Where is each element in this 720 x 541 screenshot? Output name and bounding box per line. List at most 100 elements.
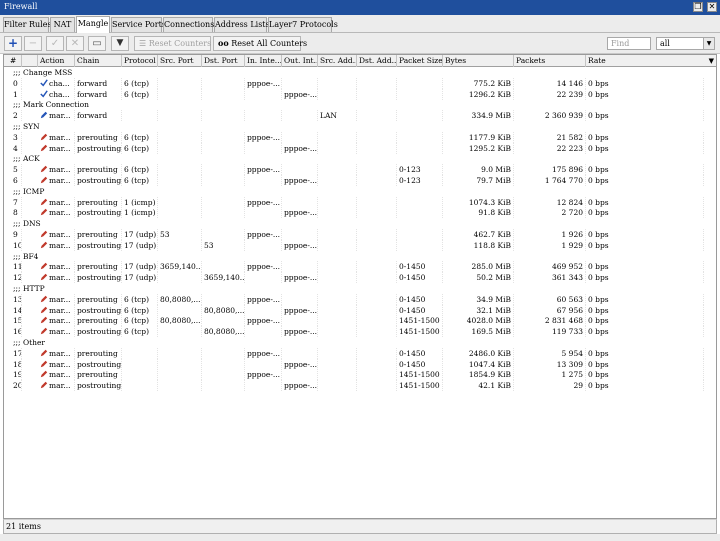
table-row[interactable]: 11 mar... prerouting 17 (udp) 3659,140... ppp…	[4, 261, 716, 273]
col-header-dst-address[interactable]: Dst. Add...	[357, 55, 397, 67]
cell-dst-port	[202, 196, 245, 208]
cell-chain: forward	[75, 110, 122, 122]
cell-dst-address	[357, 261, 397, 273]
cell-packets: 67 956	[514, 304, 586, 316]
table-row[interactable]: 18 mar... postrouting pppoe-... 0-1450 1047.4…	[4, 358, 716, 370]
cell-protocol: 6 (tcp)	[122, 77, 158, 89]
col-header-packets[interactable]: Packets	[514, 55, 586, 67]
cell-dst-address	[357, 131, 397, 143]
restore-window-button[interactable]: ❐	[693, 2, 703, 12]
col-header-packet-size[interactable]: Packet Size	[397, 55, 443, 67]
cell-src-port	[158, 239, 202, 251]
cell-number: 4	[4, 142, 22, 154]
comment-row[interactable]: ;;; Mark Connection	[4, 99, 716, 110]
comment-row[interactable]: ;;; HTTP	[4, 283, 716, 294]
cell-src-port	[158, 380, 202, 392]
cell-dst-port	[202, 207, 245, 219]
col-header-blank[interactable]	[22, 55, 38, 67]
tab-filter-rules[interactable]: Filter Rules	[3, 17, 52, 32]
table-row[interactable]: 6 mar... postrouting 6 (tcp) pppoe-... 0-123 7…	[4, 175, 716, 186]
tab-connections[interactable]: Connections	[163, 17, 214, 32]
tab-nat[interactable]: NAT	[50, 17, 75, 32]
comment-row[interactable]: ;;; DNS	[4, 218, 716, 229]
table-row[interactable]: 7 mar... prerouting 1 (icmp) pppoe-... 1074.3…	[4, 196, 716, 208]
col-header-protocol[interactable]: Protocol	[122, 55, 158, 67]
cell-number: 18	[4, 358, 22, 370]
cell-src-port	[158, 358, 202, 370]
reset-all-counters-button[interactable]: oo Reset All Counters	[213, 36, 307, 51]
cell-packets: 22 239	[514, 88, 586, 100]
cell-bytes: 79.7 MiB	[443, 175, 514, 186]
comment-row[interactable]: ;;; SYN	[4, 121, 716, 132]
table-row[interactable]: 19 mar... prerouting pppoe-... 1451-1500 1854…	[4, 369, 716, 381]
tab-address-lists[interactable]: Address Lists	[214, 17, 270, 32]
comment-row[interactable]: ;;; Other	[4, 337, 716, 348]
cell-bytes: 1854.9 KiB	[443, 369, 514, 381]
table-row[interactable]: 12 mar... postrouting 17 (udp) 3659,140... pp…	[4, 272, 716, 284]
cell-in-interface: pppoe-...	[247, 293, 282, 305]
cell-src-address	[318, 229, 357, 240]
col-header-number[interactable]: #	[4, 55, 22, 67]
action-label: mar...	[49, 143, 71, 153]
cell-bytes: 9.0 MiB	[443, 164, 514, 176]
remove-icon[interactable]: −	[24, 36, 42, 51]
col-header-dst-port[interactable]: Dst. Port	[202, 55, 245, 67]
cell-dst-address	[357, 77, 397, 89]
col-header-out-interface[interactable]: Out. Int...	[282, 55, 318, 67]
comment-row[interactable]: ;;; ICMP	[4, 186, 716, 197]
table-row[interactable]: 1 cha... forward 6 (tcp) pppoe-... 1296.2 KiB…	[4, 88, 716, 100]
cell-src-address	[318, 164, 357, 176]
table-row[interactable]: 4 mar... postrouting 6 (tcp) pppoe-... 1295.2…	[4, 142, 716, 154]
table-row[interactable]: 20 mar... postrouting pppoe-... 1451-1500 42.…	[4, 380, 716, 392]
pencil-icon	[40, 198, 48, 205]
table-row[interactable]: 14 mar... postrouting 6 (tcp) 80,8080,... ppp…	[4, 304, 716, 316]
column-menu-icon[interactable]: ▼	[709, 56, 714, 66]
table-row[interactable]: 13 mar... prerouting 6 (tcp) 80,8080,... pppo…	[4, 293, 716, 305]
reset-counters-button[interactable]: ☰ Reset Counters	[134, 36, 211, 51]
filter-select[interactable]: all ▼	[656, 37, 715, 50]
add-icon[interactable]: +	[4, 36, 22, 51]
table-row[interactable]: 5 mar... prerouting 6 (tcp) pppoe-... 0-123 9.…	[4, 164, 716, 176]
tab-mangle[interactable]: Mangle	[76, 16, 110, 33]
comment-icon[interactable]: ▭	[88, 36, 106, 51]
filter-icon[interactable]: ▼	[111, 36, 129, 51]
find-input[interactable]	[607, 37, 651, 50]
col-header-chain[interactable]: Chain	[75, 55, 122, 67]
cell-protocol: 17 (udp)	[124, 272, 158, 284]
comment-row[interactable]: ;;; BF4	[4, 251, 716, 262]
close-window-button[interactable]: ✕	[707, 2, 717, 12]
table-row[interactable]: 17 mar... prerouting pppoe-... 0-1450 2486.0 …	[4, 347, 716, 359]
tab-layer7-protocols[interactable]: Layer7 Protocols	[268, 17, 338, 32]
cell-rate: 0 bps	[586, 347, 704, 359]
cell-rate: 0 bps	[586, 369, 704, 381]
table-row[interactable]: 3 mar... prerouting 6 (tcp) pppoe-... 1177.9 …	[4, 131, 716, 143]
disable-icon[interactable]: ✕	[66, 36, 84, 51]
table-row[interactable]: 2 mar... forward LAN 334.9 MiB 2 360 939 0 bps	[4, 110, 716, 122]
cell-protocol: 6 (tcp)	[122, 164, 158, 176]
comment-row[interactable]: ;;; Change MSS	[4, 67, 716, 78]
action-label: mar...	[49, 230, 71, 239]
table-row[interactable]: 9 mar... prerouting 17 (udp) 53 pppoe-... 462.…	[4, 229, 716, 240]
col-header-bytes[interactable]: Bytes	[443, 55, 514, 67]
mangle-rules-table: # Action Chain Protocol Src. Port Dst. P…	[3, 54, 717, 519]
comment-row[interactable]: ;;; ACK	[4, 153, 716, 164]
col-header-src-port[interactable]: Src. Port	[158, 55, 202, 67]
enable-icon[interactable]: ✓	[46, 36, 64, 51]
table-row[interactable]: 0 cha... forward 6 (tcp) pppoe-... 775.2 KiB 1…	[4, 77, 716, 89]
tab-service-ports[interactable]: Service Ports	[111, 17, 166, 32]
cell-protocol: 17 (udp)	[124, 239, 158, 251]
cell-chain: postrouting	[77, 380, 122, 392]
table-row[interactable]: 8 mar... postrouting 1 (icmp) pppoe-... 91.8 …	[4, 207, 716, 219]
pencil-icon	[40, 381, 48, 389]
cell-src-port	[158, 347, 202, 359]
cell-protocol	[122, 380, 158, 392]
table-row[interactable]: 16 mar... postrouting 6 (tcp) 80,8080,... ppp…	[4, 326, 716, 338]
col-header-rate[interactable]: Rate	[586, 55, 704, 67]
table-row[interactable]: 15 mar... prerouting 6 (tcp) 80,8080,... pppo…	[4, 315, 716, 327]
table-row[interactable]: 10 mar... postrouting 17 (udp) 53 pppoe-... 11…	[4, 239, 716, 251]
col-header-action[interactable]: Action	[38, 55, 75, 67]
col-header-in-interface[interactable]: In. Inte...	[245, 55, 282, 67]
col-header-src-address[interactable]: Src. Add...	[318, 55, 357, 67]
cell-chain: prerouting	[75, 131, 122, 143]
cell-number: 7	[4, 196, 22, 208]
